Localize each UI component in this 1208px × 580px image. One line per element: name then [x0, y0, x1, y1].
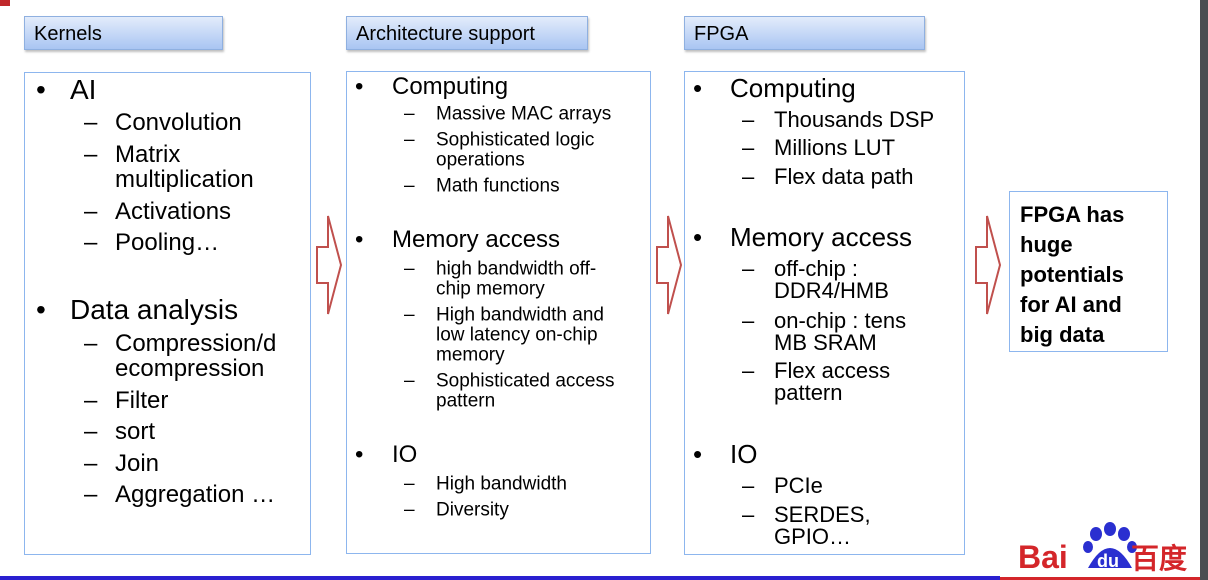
bullet-marker: • — [36, 294, 46, 325]
dash-marker: – — [742, 308, 755, 333]
column-header: FPGA — [684, 16, 925, 50]
dash-marker: – — [404, 258, 415, 280]
dash-marker: – — [742, 358, 755, 383]
dash-marker: – — [404, 103, 415, 125]
dash-marker: – — [84, 418, 98, 445]
logo-text: Bai — [1018, 539, 1068, 574]
window-edge — [1200, 0, 1208, 580]
dash-marker: – — [84, 109, 98, 136]
list-item: Thousands DSP — [774, 107, 935, 132]
dash-marker: – — [742, 135, 755, 160]
list-item: Matrix — [115, 141, 181, 168]
dash-marker: – — [742, 473, 755, 498]
list-item: Pooling… — [115, 229, 220, 256]
list-item: Flex access — [774, 358, 891, 383]
list-item: pattern — [436, 390, 496, 412]
dash-marker: – — [84, 481, 98, 508]
column-header: Kernels — [24, 16, 223, 50]
conclusion-line: potentials — [1020, 262, 1124, 287]
list-item: MB SRAM — [774, 330, 877, 355]
list-item: sort — [115, 418, 156, 445]
bullet-marker: • — [693, 222, 703, 252]
list-item: Join — [115, 450, 160, 477]
list-item: High bandwidth — [436, 473, 567, 495]
list-item: Aggregation … — [115, 481, 276, 508]
list-item: Massive MAC arrays — [436, 103, 612, 125]
list-item: DDR4/HMB — [774, 278, 889, 303]
dash-marker: – — [84, 330, 98, 357]
conclusion-box: FPGA has huge potentials for AI and big … — [1009, 191, 1168, 352]
bottom-blue-bar — [0, 576, 1000, 580]
dash-marker: – — [84, 229, 98, 256]
dash-marker: – — [404, 129, 415, 151]
dash-marker: – — [404, 370, 415, 392]
conclusion-line: big data — [1020, 322, 1105, 347]
list-item: off-chip : — [774, 256, 858, 281]
bullet-marker: • — [36, 74, 46, 105]
list-item-heading: Data analysis — [70, 294, 239, 325]
dash-marker: – — [84, 198, 98, 225]
list-item: high bandwidth off- — [436, 258, 597, 280]
list-item: low latency on-chip — [436, 324, 598, 346]
list-item: pattern — [774, 380, 843, 405]
logo-du: du — [1097, 551, 1119, 571]
dash-marker: – — [404, 175, 415, 197]
dash-marker: – — [84, 450, 98, 477]
bullet-marker: • — [355, 441, 364, 468]
list-item: Flex data path — [774, 164, 914, 189]
list-item: Diversity — [436, 499, 509, 521]
list-item-heading: IO — [730, 439, 758, 469]
list-item: Activations — [115, 198, 232, 225]
dash-marker: – — [404, 473, 415, 495]
list-item: GPIO… — [774, 524, 852, 549]
right-arrow-icon — [656, 215, 683, 315]
list-item: Filter — [115, 387, 169, 414]
column-header: Architecture support — [346, 16, 588, 50]
list-item: multiplication — [115, 166, 254, 193]
list-item: Convolution — [115, 109, 242, 136]
conclusion-line: FPGA has — [1020, 202, 1125, 227]
list-item: Compression/d — [115, 330, 277, 357]
dash-marker: – — [84, 141, 98, 168]
dash-marker: – — [404, 304, 415, 326]
list-item: chip memory — [436, 278, 545, 300]
list-item-heading: IO — [392, 441, 418, 468]
list-item-heading: Computing — [730, 73, 856, 103]
conclusion-line: huge — [1020, 232, 1073, 257]
list-item: Sophisticated logic — [436, 129, 595, 151]
baidu-logo: Bai du 百度 — [1018, 520, 1193, 575]
right-arrow-icon — [316, 215, 343, 315]
dash-marker: – — [742, 256, 755, 281]
list-item: ecompression — [115, 355, 265, 382]
list-item-heading: AI — [70, 74, 97, 105]
list-item: Sophisticated access — [436, 370, 615, 392]
list-item: Millions LUT — [774, 135, 896, 160]
list-item: SERDES, — [774, 502, 871, 527]
paw-icon: Bai du 百度 — [1018, 522, 1187, 575]
list-item-heading: Memory access — [730, 222, 913, 252]
bullet-marker: • — [355, 73, 364, 100]
bullet-marker: • — [693, 73, 703, 103]
list-item: operations — [436, 149, 525, 171]
corner-mark — [0, 0, 10, 6]
list-item: Math functions — [436, 175, 560, 197]
dash-marker: – — [742, 502, 755, 527]
list-item: memory — [436, 344, 505, 366]
list-item-heading: Computing — [392, 73, 509, 100]
list-item: PCIe — [774, 473, 823, 498]
bullet-marker: • — [693, 439, 703, 469]
list-item-heading: Memory access — [392, 226, 561, 253]
list-item: High bandwidth and — [436, 304, 604, 326]
right-arrow-icon — [975, 215, 1002, 315]
list-item: on-chip : tens — [774, 308, 907, 333]
dash-marker: – — [404, 499, 415, 521]
dash-marker: – — [742, 107, 755, 132]
bullet-marker: • — [355, 226, 364, 253]
dash-marker: – — [84, 387, 98, 414]
dash-marker: – — [742, 164, 755, 189]
conclusion-line: for AI and — [1020, 292, 1122, 317]
logo-cn: 百度 — [1131, 542, 1187, 574]
